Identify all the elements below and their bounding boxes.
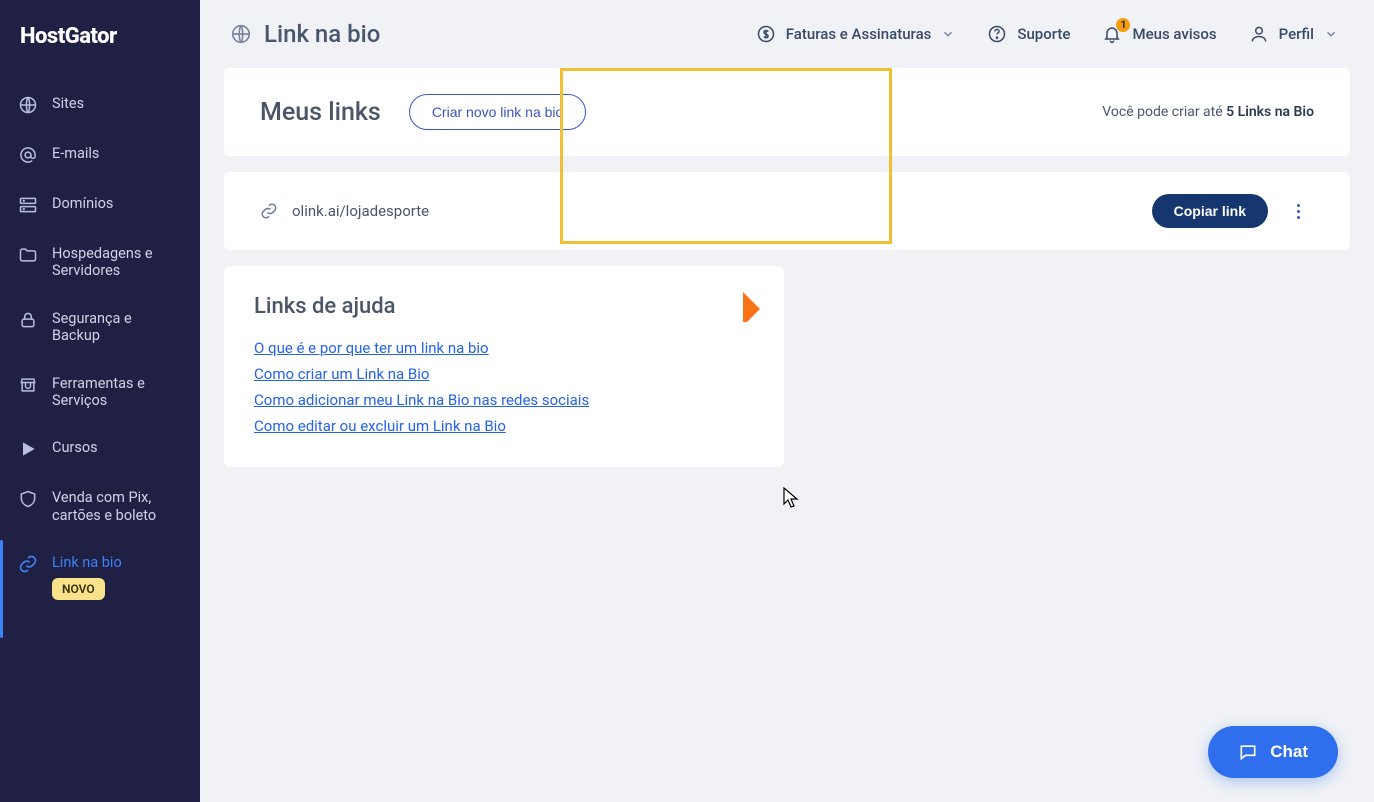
- sidebar: HostGator Sites E-mails Domínios: [0, 0, 200, 802]
- help-link[interactable]: O que é e por que ter um link na bio: [254, 339, 754, 357]
- user-icon: [1249, 24, 1269, 44]
- content: Meus links Criar novo link na bio Você p…: [200, 68, 1374, 507]
- sidebar-item-hosting[interactable]: Hospedagens e Servidores: [0, 231, 200, 294]
- sidebar-item-security[interactable]: Segurança e Backup: [0, 296, 200, 359]
- lock-icon: [18, 310, 38, 330]
- sidebar-item-label: Link na bio NOVO: [52, 554, 182, 600]
- globe-icon: [230, 23, 252, 45]
- main: Link na bio Faturas e Assinaturas: [200, 0, 1374, 802]
- sidebar-nav: Sites E-mails Domínios Hospedagens e Ser…: [0, 81, 200, 614]
- globe-icon: [18, 95, 38, 115]
- sidebar-item-payments[interactable]: Venda com Pix, cartões e boleto: [0, 475, 200, 538]
- topbar: Link na bio Faturas e Assinaturas: [200, 0, 1374, 68]
- sidebar-item-label: E-mails: [52, 145, 182, 162]
- bell-icon: 1: [1102, 24, 1122, 44]
- triangles-icon: [726, 292, 760, 322]
- my-links-title: Meus links: [260, 98, 381, 127]
- sidebar-item-label: Segurança e Backup: [52, 310, 182, 345]
- my-links-card: Meus links Criar novo link na bio Você p…: [224, 68, 1350, 156]
- sidebar-item-label: Domínios: [52, 195, 182, 212]
- help-link[interactable]: Como criar um Link na Bio: [254, 365, 754, 383]
- page-title: Link na bio: [230, 20, 742, 48]
- help-links-list: O que é e por que ter um link na bio Com…: [254, 339, 754, 435]
- sidebar-item-emails[interactable]: E-mails: [0, 131, 200, 179]
- sidebar-item-domains[interactable]: Domínios: [0, 181, 200, 229]
- help-link[interactable]: Como adicionar meu Link na Bio nas redes…: [254, 391, 754, 409]
- topbar-menu: Faturas e Assinaturas Suporte 1: [756, 24, 1338, 44]
- sidebar-item-label: Ferramentas e Serviços: [52, 375, 182, 410]
- copy-link-button[interactable]: Copiar link: [1152, 194, 1268, 228]
- quota-text: Você pode criar até 5 Links na Bio: [1102, 104, 1314, 120]
- link-more-menu[interactable]: [1282, 196, 1314, 227]
- chevron-down-icon: [941, 27, 955, 41]
- link-item-card: olink.ai/lojadesporte Copiar link: [224, 172, 1350, 250]
- question-icon: [987, 24, 1007, 44]
- sidebar-item-linkbio[interactable]: Link na bio NOVO: [0, 540, 200, 614]
- sidebar-item-sites[interactable]: Sites: [0, 81, 200, 129]
- sidebar-item-label: Venda com Pix, cartões e boleto: [52, 489, 182, 524]
- help-title: Links de ajuda: [254, 294, 754, 319]
- store-icon: [18, 375, 38, 395]
- help-link[interactable]: Como editar ou excluir um Link na Bio: [254, 417, 754, 435]
- brand-logo: HostGator: [0, 24, 200, 81]
- notification-count: 1: [1116, 18, 1130, 32]
- topbar-profile[interactable]: Perfil: [1249, 24, 1338, 44]
- sidebar-item-tools[interactable]: Ferramentas e Serviços: [0, 361, 200, 424]
- shield-icon: [18, 489, 38, 509]
- dollar-icon: [756, 24, 776, 44]
- topbar-support[interactable]: Suporte: [987, 24, 1070, 44]
- sidebar-item-label: Sites: [52, 95, 182, 112]
- help-links-card: Links de ajuda O que é e por que ter um …: [224, 266, 784, 467]
- sidebar-item-label: Hospedagens e Servidores: [52, 245, 182, 280]
- chat-icon: [1238, 742, 1258, 762]
- link-url: olink.ai/lojadesporte: [292, 202, 1138, 220]
- at-icon: [18, 145, 38, 165]
- sidebar-item-label: Cursos: [52, 439, 182, 456]
- chevron-down-icon: [1324, 27, 1338, 41]
- play-icon: [18, 439, 38, 459]
- chat-button[interactable]: Chat: [1208, 726, 1338, 778]
- sidebar-item-courses[interactable]: Cursos: [0, 425, 200, 473]
- topbar-billing[interactable]: Faturas e Assinaturas: [756, 24, 956, 44]
- new-badge: NOVO: [52, 578, 105, 600]
- folder-icon: [18, 245, 38, 265]
- create-link-button[interactable]: Criar novo link na bio: [409, 94, 587, 130]
- server-icon: [18, 195, 38, 215]
- topbar-notifications[interactable]: 1 Meus avisos: [1102, 24, 1216, 44]
- link-icon: [260, 202, 278, 220]
- link-icon: [18, 554, 38, 574]
